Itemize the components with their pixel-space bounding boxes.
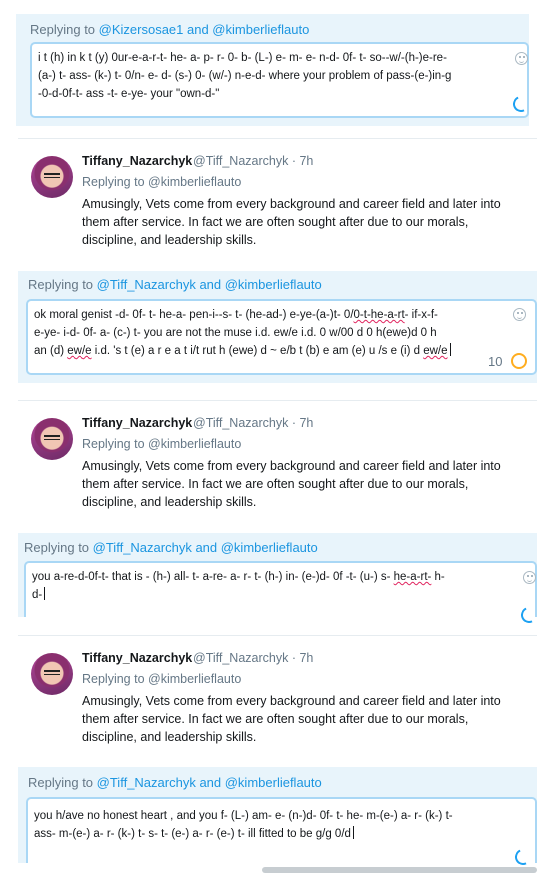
user-handle[interactable]: @Tiff_Nazarchyk · 7h: [193, 154, 313, 168]
replying-to-text: Replying to @kimberlieflauto: [82, 437, 242, 451]
display-name[interactable]: Tiffany_Nazarchyk: [82, 416, 192, 430]
display-name[interactable]: Tiffany_Nazarchyk: [82, 651, 192, 665]
divider: [18, 400, 537, 401]
replying-to-label: Replying to @Tiff_Nazarchyk and @kimberl…: [24, 540, 318, 555]
character-progress-icon: [511, 353, 527, 369]
avatar[interactable]: [31, 156, 73, 198]
reply-composer-2: Replying to @Tiff_Nazarchyk and @kimberl…: [18, 271, 537, 383]
reply-composer-4: Replying to @Tiff_Nazarchyk and @kimberl…: [18, 767, 537, 868]
character-count: 10: [488, 354, 503, 369]
mention-link[interactable]: @Tiff_Nazarchyk and @kimberlieflauto: [97, 775, 322, 790]
replying-to-label: Replying to @Tiff_Nazarchyk and @kimberl…: [28, 277, 322, 292]
emoji-icon[interactable]: [515, 52, 528, 65]
reply-composer-3: Replying to @Tiff_Nazarchyk and @kimberl…: [18, 533, 537, 626]
replying-to-label: Replying to @Kizersosae1 and @kimberlief…: [30, 22, 310, 37]
text-cursor: [449, 343, 451, 356]
text-cursor: [352, 826, 354, 839]
tweet-text: Amusingly, Vets come from every backgrou…: [82, 197, 501, 247]
mention-link[interactable]: @Tiff_Nazarchyk and @kimberlieflauto: [97, 277, 322, 292]
horizontal-scrollbar[interactable]: [262, 867, 537, 873]
replying-to-text: Replying to @kimberlieflauto: [82, 672, 242, 686]
user-handle[interactable]: @Tiff_Nazarchyk · 7h: [193, 651, 313, 665]
divider: [18, 138, 537, 139]
reply-textarea[interactable]: i t (h) in k t (y) 0ur-e-a-r-t- he- a- p…: [30, 42, 529, 118]
mention-link[interactable]: @Tiff_Nazarchyk and @kimberlieflauto: [93, 540, 318, 555]
reply-composer-1: Replying to @Kizersosae1 and @kimberlief…: [16, 14, 532, 126]
reply-textarea[interactable]: you h/ave no honest heart , and you f- (…: [26, 797, 537, 863]
avatar[interactable]: [31, 418, 73, 460]
user-handle[interactable]: @Tiff_Nazarchyk · 7h: [193, 416, 313, 430]
mention-link[interactable]: @Kizersosae1 and @kimberlieflauto: [99, 22, 310, 37]
display-name[interactable]: Tiffany_Nazarchyk: [82, 154, 192, 168]
avatar[interactable]: [31, 653, 73, 695]
text-cursor: [44, 587, 46, 600]
tweet-card-2[interactable]: Tiffany_Nazarchyk @Tiff_Nazarchyk · 7h R…: [0, 410, 537, 535]
tweet-card-3[interactable]: Tiffany_Nazarchyk @Tiff_Nazarchyk · 7h R…: [0, 645, 537, 770]
reply-textarea[interactable]: ok moral genist -d- 0f- t- he-a- pen-i--…: [26, 299, 537, 375]
emoji-icon[interactable]: [513, 308, 526, 321]
divider: [18, 635, 537, 636]
replying-to-text: Replying to @kimberlieflauto: [82, 175, 242, 189]
replying-to-label: Replying to @Tiff_Nazarchyk and @kimberl…: [28, 775, 322, 790]
tweet-card-1[interactable]: Tiffany_Nazarchyk @Tiff_Nazarchyk · 7h R…: [0, 148, 537, 273]
tweet-text: Amusingly, Vets come from every backgrou…: [82, 694, 501, 744]
emoji-icon[interactable]: [523, 571, 536, 584]
tweet-text: Amusingly, Vets come from every backgrou…: [82, 459, 501, 509]
reply-textarea[interactable]: you a-re-d-0f-t- that is - (h-) all- t- …: [24, 561, 537, 617]
